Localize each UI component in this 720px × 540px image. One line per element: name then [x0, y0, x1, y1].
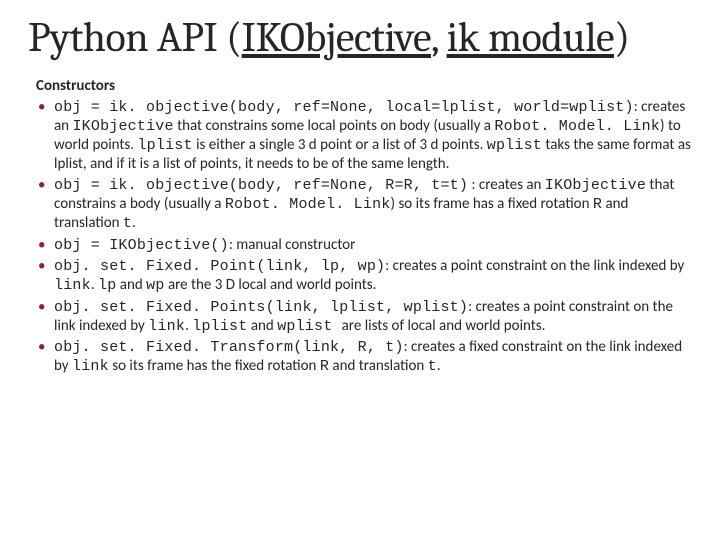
body-text: are lists of local and world points.: [342, 317, 546, 335]
code-sample: link: [72, 358, 109, 375]
code-sample: Robot. Model. Link: [225, 196, 391, 213]
body-text: and: [247, 317, 277, 335]
body-text: : manual constructor: [229, 236, 356, 254]
body-text: .: [437, 357, 441, 375]
body-text: so its frame has the fixed rotation: [109, 357, 320, 375]
code-sample: t: [428, 358, 437, 375]
code-sample: obj = IKObjective(): [54, 237, 229, 254]
body-text: is either a single 3 d point or a list o…: [193, 136, 487, 154]
body-text: : creates a point constraint on the link…: [385, 257, 684, 275]
list-item: obj. set. Fixed. Transform(link, R, t): …: [36, 338, 692, 377]
list-item: obj. set. Fixed. Points(link, lplist, wp…: [36, 298, 692, 337]
code-sample: R: [320, 358, 329, 375]
code-sample: IKObjective: [72, 118, 173, 135]
list-item: obj = ik. objective(body, ref=None, R=R,…: [36, 176, 692, 234]
body-text: are the 3 D local and world points.: [165, 276, 377, 294]
body-text: .: [132, 214, 136, 232]
constructors-heading: Constructors: [36, 78, 692, 95]
title-prefix: Python API (: [28, 13, 242, 62]
code-sample: wp: [146, 277, 164, 294]
code-sample: obj = ik. objective(body, ref=None, R=R,…: [54, 177, 468, 194]
code-sample: R: [593, 196, 602, 213]
title-link-ik-module[interactable]: ik module: [447, 13, 614, 62]
body-text: and: [116, 276, 146, 294]
code-sample: lp: [98, 277, 116, 294]
code-sample: link: [54, 277, 91, 294]
body-text: and translation: [329, 357, 428, 375]
title-sep: ,: [431, 13, 447, 62]
code-sample: lplist: [137, 137, 192, 154]
list-item: obj = ik. objective(body, ref=None, loca…: [36, 98, 692, 174]
body-text: : creates an: [468, 176, 545, 194]
code-sample: Robot. Model. Link: [494, 118, 660, 135]
code-sample: obj. set. Fixed. Point(link, lp, wp): [54, 258, 385, 275]
body-text: that constrains some local points on bod…: [174, 117, 495, 135]
page-title: Python API (IKObjective, ik module): [28, 14, 692, 62]
constructors-list: obj = ik. objective(body, ref=None, loca…: [28, 98, 692, 377]
code-sample: obj. set. Fixed. Transform(link, R, t): [54, 339, 404, 356]
code-sample: wplist: [277, 318, 341, 335]
body-text: ) so its frame has a fixed rotation: [391, 195, 593, 213]
code-sample: wplist: [487, 137, 542, 154]
body-text: .: [91, 276, 98, 294]
code-sample: lplist: [192, 318, 247, 335]
title-link-ikobjective[interactable]: IKObjective: [242, 13, 431, 62]
code-sample: obj = ik. objective(body, ref=None, loca…: [54, 99, 634, 116]
code-sample: IKObjective: [545, 177, 646, 194]
title-suffix: ): [614, 13, 630, 62]
code-sample: obj. set. Fixed. Points(link, lplist, wp…: [54, 299, 468, 316]
list-item: obj. set. Fixed. Point(link, lp, wp): cr…: [36, 257, 692, 296]
list-item: obj = IKObjective(): manual constructor: [36, 236, 692, 255]
code-sample: link: [148, 318, 185, 335]
code-sample: t: [123, 215, 132, 232]
